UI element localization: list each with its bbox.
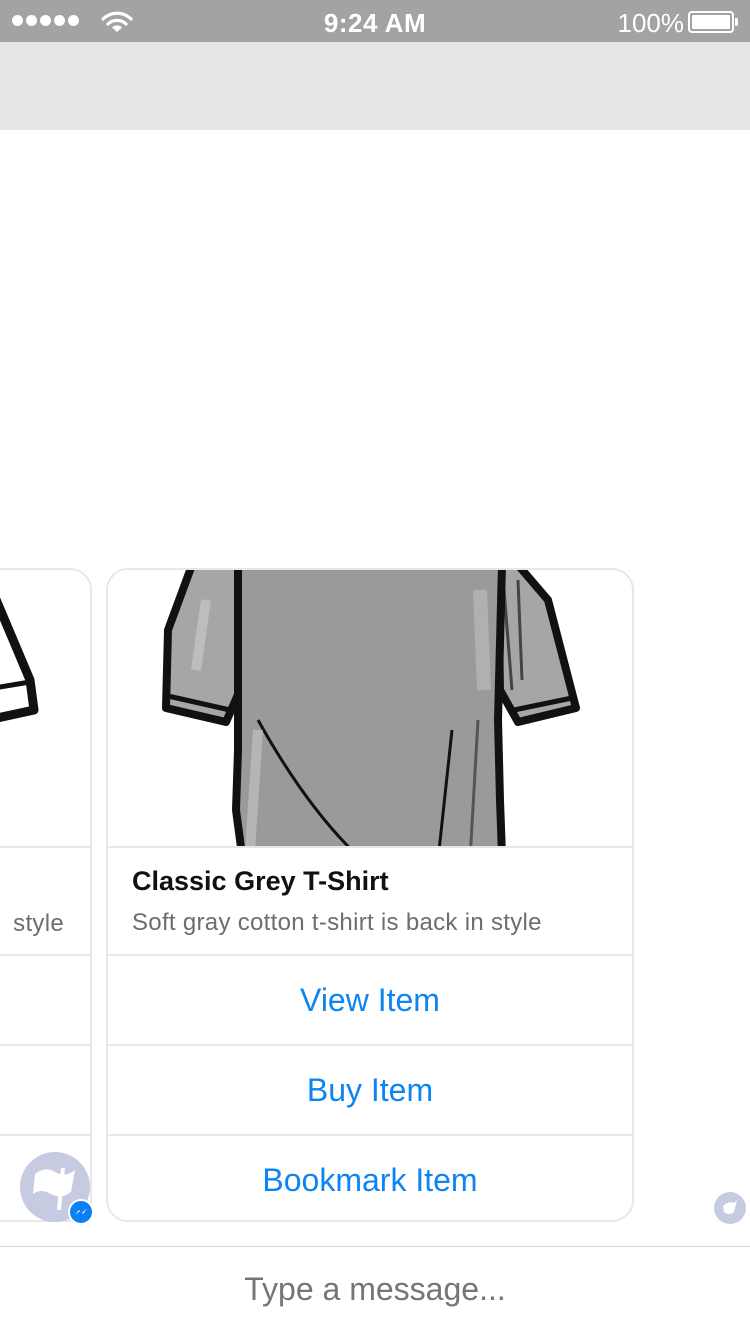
conversation-header bbox=[0, 42, 750, 130]
prev-card-button-1[interactable] bbox=[0, 954, 90, 1044]
tshirt-icon bbox=[0, 597, 39, 722]
battery-icon bbox=[688, 11, 738, 33]
product-subtitle: Soft gray cotton t-shirt is back in styl… bbox=[132, 909, 542, 936]
carousel-card-previous[interactable]: style bbox=[0, 568, 92, 1222]
buy-item-button[interactable]: Buy Item bbox=[108, 1044, 632, 1134]
product-subtitle: style bbox=[13, 910, 64, 937]
carousel-card-current[interactable]: Classic Grey T-Shirt Soft gray cotton t-… bbox=[106, 568, 634, 1222]
message-composer bbox=[0, 1246, 750, 1334]
bookmark-item-button[interactable]: Bookmark Item bbox=[108, 1134, 632, 1220]
messenger-icon bbox=[68, 1199, 94, 1225]
battery-percent: 100% bbox=[617, 8, 685, 38]
read-receipt-icon bbox=[714, 1192, 746, 1224]
view-item-button[interactable]: View Item bbox=[108, 954, 632, 1044]
message-input[interactable] bbox=[0, 1271, 750, 1308]
product-image bbox=[108, 570, 632, 846]
product-info: Classic Grey T-Shirt Soft gray cotton t-… bbox=[108, 846, 632, 954]
product-info: style bbox=[0, 846, 90, 954]
product-title: Classic Grey T-Shirt bbox=[132, 866, 389, 896]
messenger-screen: 9:24 AM 100% style Classic Grey T-Shirt … bbox=[0, 0, 750, 1334]
prev-card-button-2[interactable] bbox=[0, 1044, 90, 1134]
status-bar: 9:24 AM 100% bbox=[0, 0, 750, 42]
product-image bbox=[0, 570, 90, 846]
grey-tshirt-icon bbox=[162, 570, 580, 846]
